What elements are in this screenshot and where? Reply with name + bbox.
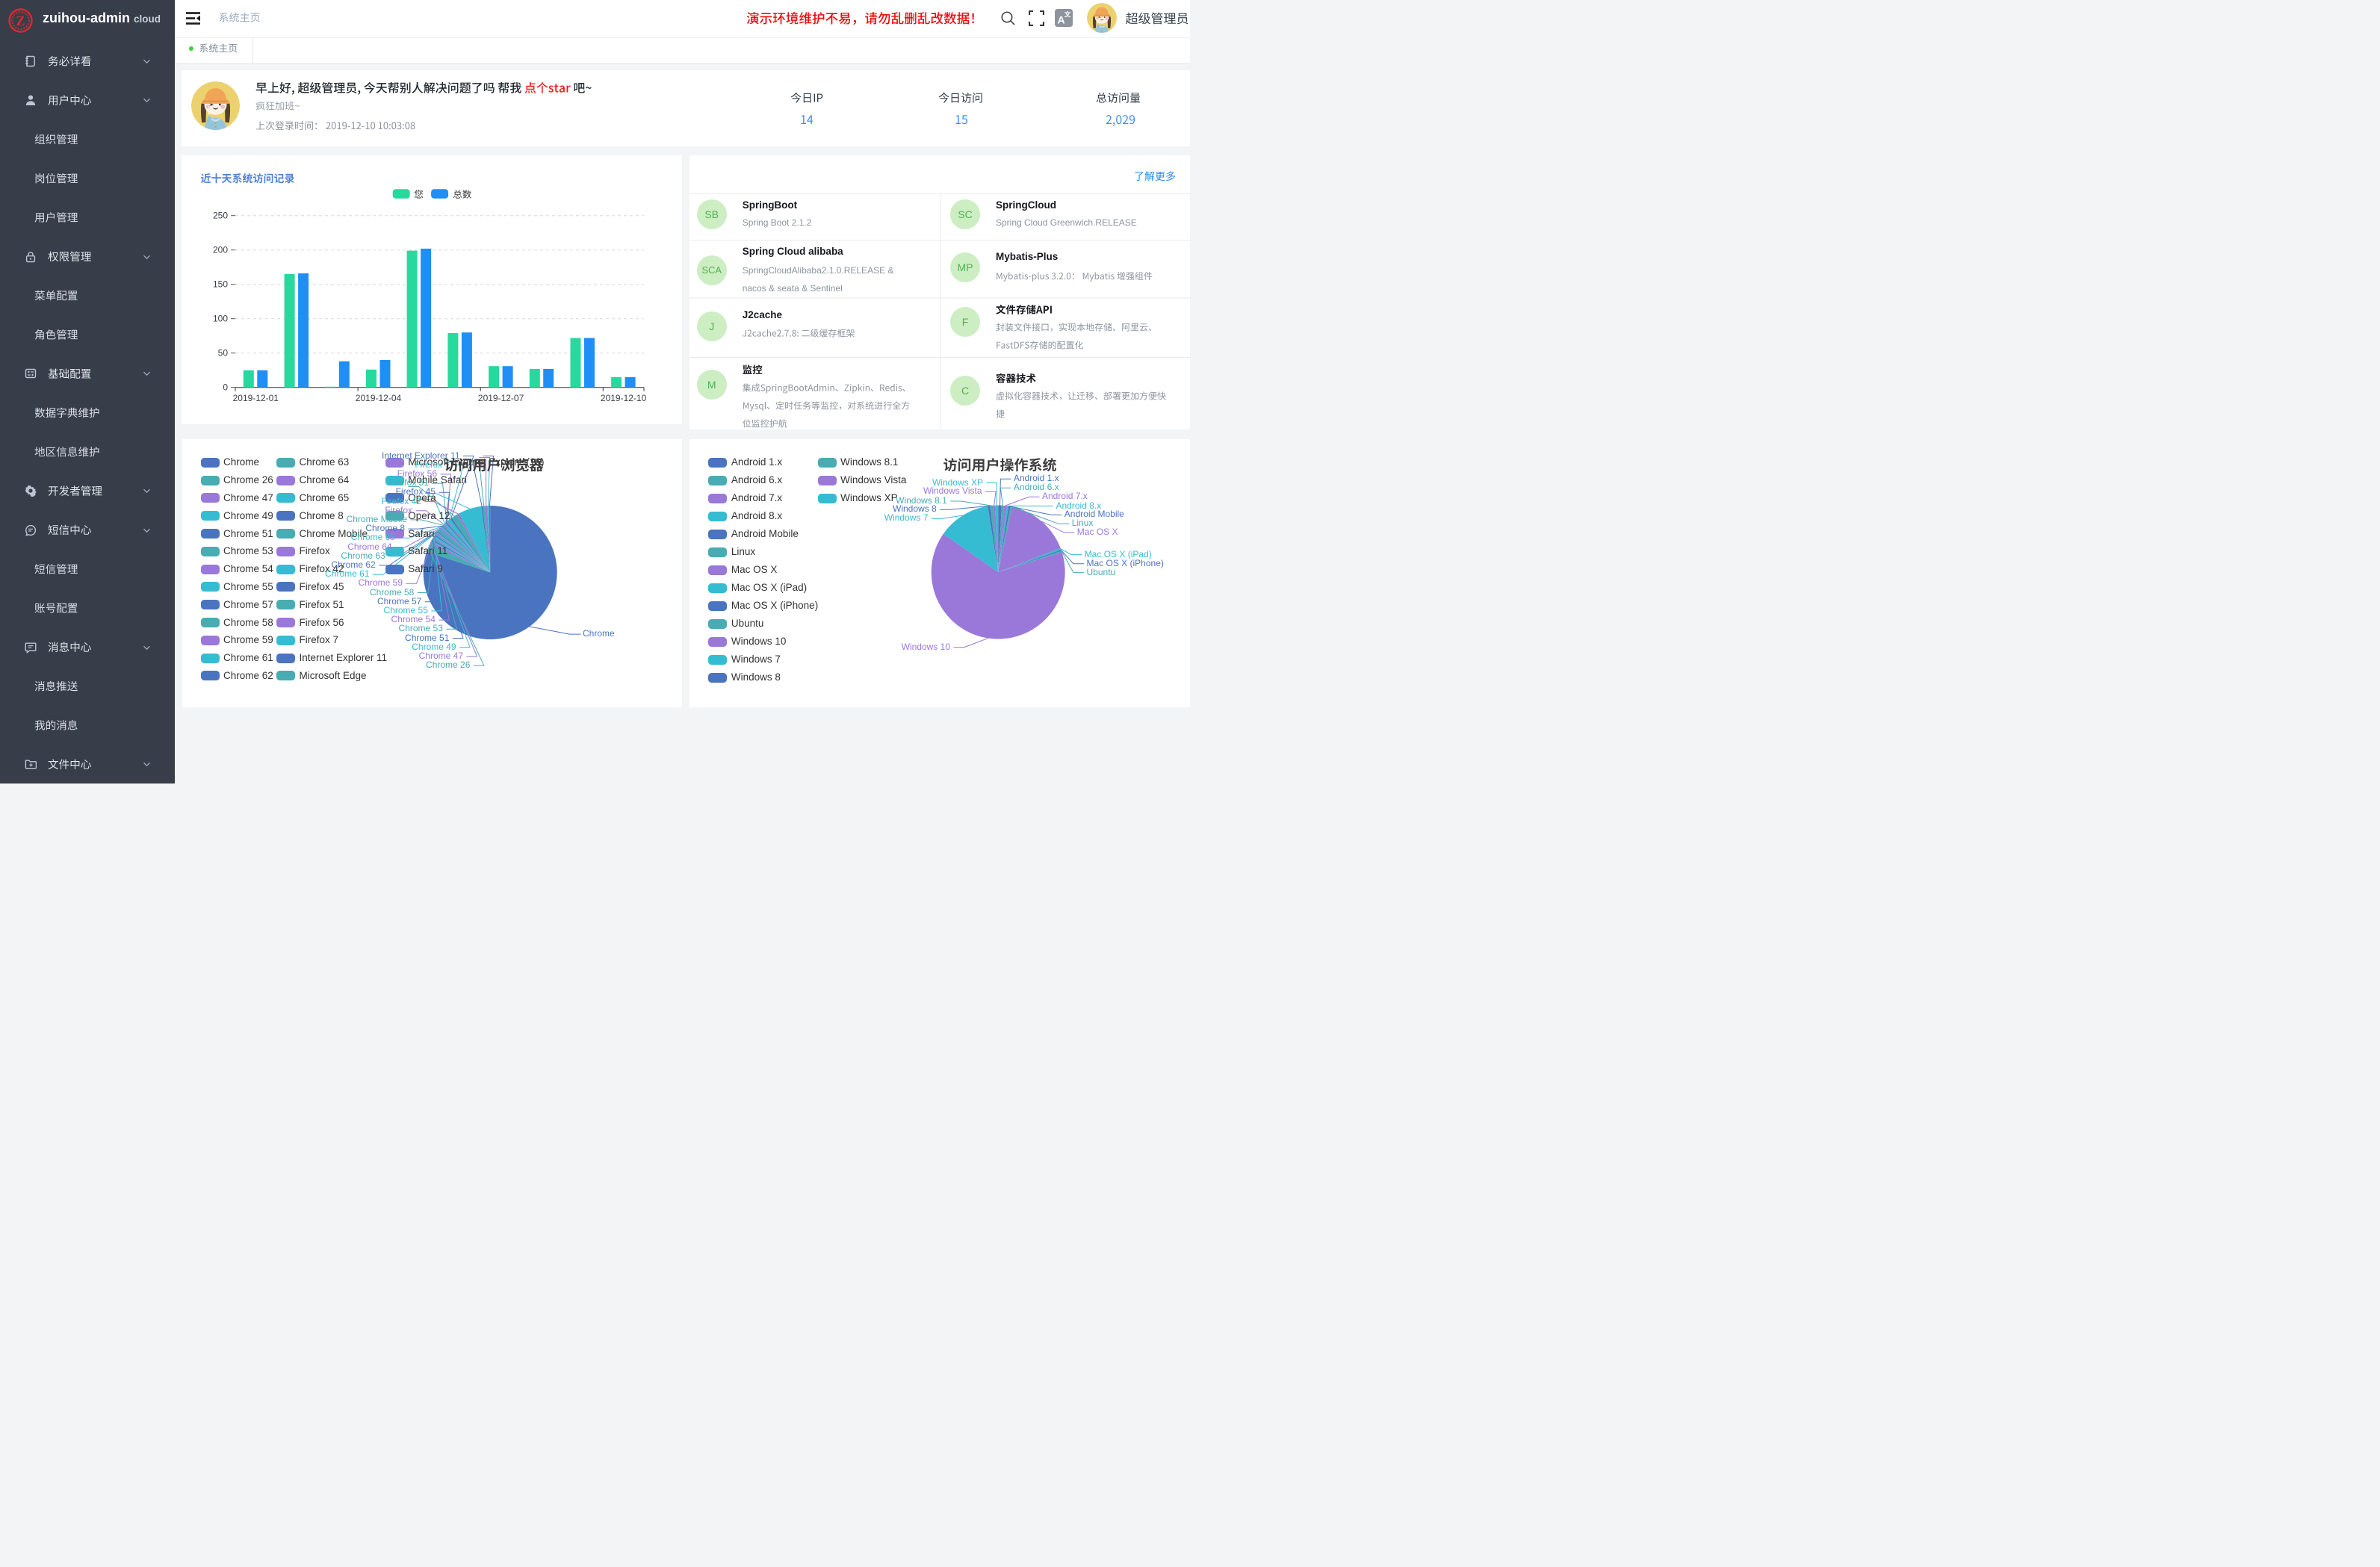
- svg-text:250: 250: [213, 211, 228, 221]
- svg-text:2019-12-07: 2019-12-07: [478, 393, 524, 403]
- svg-text:50: 50: [218, 348, 229, 359]
- svg-text:2019-12-01: 2019-12-01: [233, 393, 279, 403]
- svg-text:150: 150: [213, 279, 228, 290]
- svg-text:2019-12-04: 2019-12-04: [356, 393, 402, 403]
- svg-text:100: 100: [213, 314, 228, 324]
- svg-text:A: A: [1057, 14, 1065, 26]
- svg-text:200: 200: [213, 245, 228, 255]
- svg-text:Z: Z: [16, 13, 25, 28]
- svg-text:2019-12-10: 2019-12-10: [601, 393, 647, 403]
- svg-text:0: 0: [223, 382, 228, 393]
